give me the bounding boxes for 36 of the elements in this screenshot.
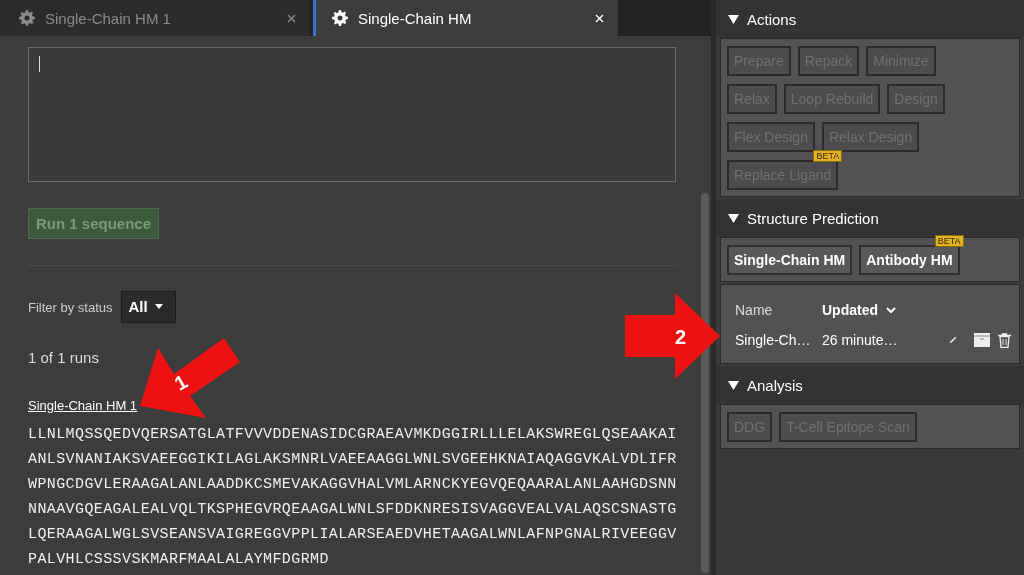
beta-badge: BETA — [813, 150, 843, 162]
run-link[interactable]: Single-Chain HM 1 — [28, 398, 138, 413]
column-header[interactable]: Name — [735, 302, 822, 318]
action-button[interactable]: Single-Chain HM — [727, 245, 853, 275]
filter-label: Filter by status — [28, 299, 113, 315]
tab[interactable]: Single-Chain HM — [313, 0, 618, 36]
pencil-icon[interactable] — [950, 337, 956, 343]
gear-icon — [19, 10, 35, 26]
callout-number: 2 — [675, 326, 687, 348]
chevron-icon — [886, 306, 896, 314]
sequence-line: LQERAAGALWGLSVSEANSVAIGREGGVPPLIALARSEAEDVHETAAGALWNLAFNPGNALRIVEEGGV — [28, 525, 677, 545]
sequence-line: ANLSVNANIAKSVAEEGGIKILAGLAKSMNRLVAEEAAGGLWNLSVGEEHKNAIAQAGGVKALVDLIFR — [28, 450, 677, 470]
action-button[interactable]: Antibody HM — [859, 245, 960, 275]
caret-icon — [728, 14, 739, 24]
caret-icon — [728, 380, 739, 390]
sequence-line: PALVHLCSSSVSKMARFMAALALAYMFDGRMD — [28, 550, 330, 570]
section-header[interactable]: Structure Prediction — [716, 199, 1024, 237]
scrollbar[interactable] — [701, 193, 709, 573]
tab[interactable]: Single-Chain HM 1 — [0, 0, 310, 36]
gear-icon — [332, 10, 348, 26]
run-updated: 26 minute… — [822, 332, 899, 348]
caret-icon — [728, 213, 739, 223]
status-dropdown[interactable]: All — [120, 291, 176, 323]
run-count: 1 of 1 runs — [28, 349, 100, 366]
sequence-line: LLNLMQSSQEDVQERSATGLATFVVVDDENASIDCGRAEAVMKDGGIRLLLELAKSWREGLQSEAAKAI — [28, 425, 677, 445]
beta-badge: BETA — [934, 235, 964, 247]
caret-icon — [154, 304, 163, 309]
sequence-line: WPNGCDGVLERAAGALANLAADDKCSMEVAKAGGVHALVMLARNCKYEGVQEQAARALANLAAHGDSNN — [28, 475, 677, 495]
trash-icon[interactable] — [998, 332, 1011, 348]
sequence-line: NNAAVGQEAGALEALVQLTKSPHEGVRQEAAGALWNLSFDDKNRESISVAGGVEALVALAQSCSNASTG — [28, 500, 677, 520]
section-header[interactable]: Actions — [716, 0, 1024, 38]
sort-header[interactable]: Updated — [822, 302, 932, 318]
run-name[interactable]: Single-Ch… — [735, 332, 822, 348]
sequence-input-field[interactable] — [28, 47, 676, 182]
section-header[interactable]: Analysis — [716, 366, 1024, 404]
callout-number: 1 — [170, 370, 192, 395]
